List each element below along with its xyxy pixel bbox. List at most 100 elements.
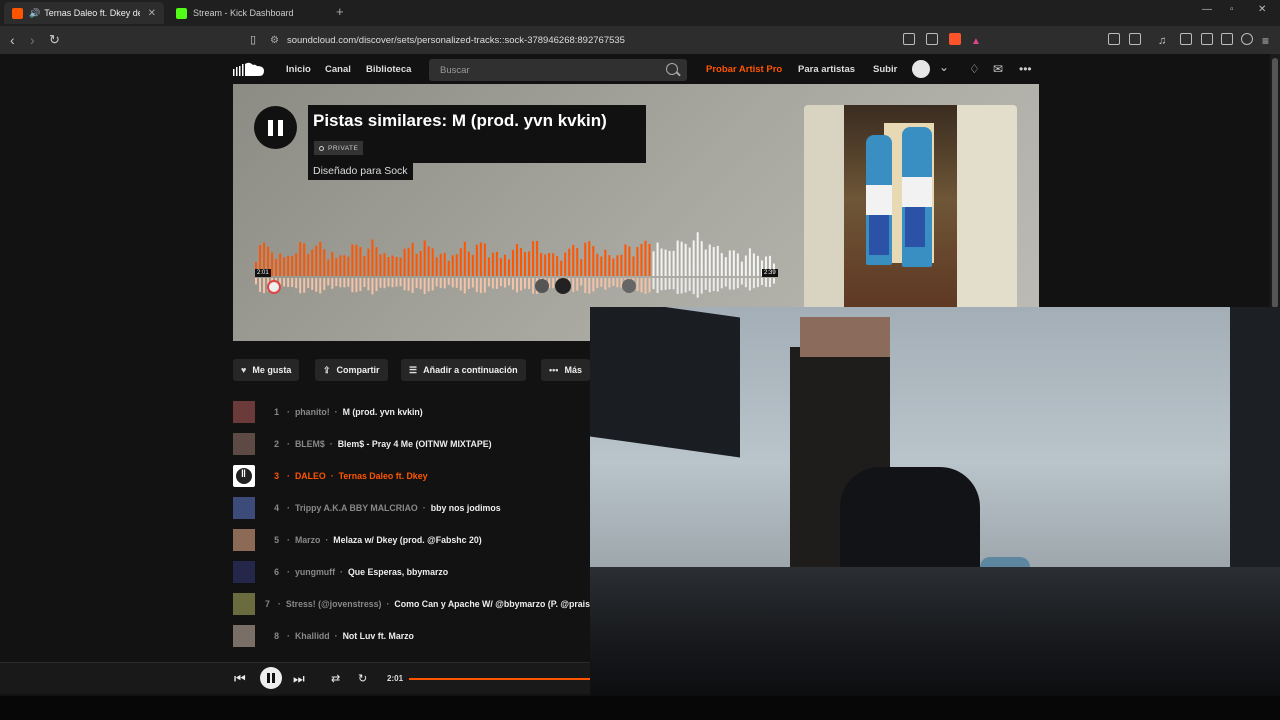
pause-button-bottom[interactable] bbox=[260, 667, 282, 689]
waveform-bar bbox=[311, 249, 314, 276]
track-title[interactable]: Not Luv ft. Marzo bbox=[343, 631, 414, 641]
for-artists-link[interactable]: Para artistas bbox=[798, 64, 855, 75]
track-artist[interactable]: Khallidd bbox=[295, 631, 330, 641]
nav-feed[interactable]: Canal bbox=[325, 64, 351, 75]
music-icon[interactable]: ♫ bbox=[1158, 32, 1166, 50]
messages-mail-icon[interactable]: ✉ bbox=[993, 62, 1003, 76]
track-artist[interactable]: yungmuff bbox=[295, 567, 335, 577]
previous-track-icon[interactable]: ⏮ bbox=[234, 671, 246, 687]
waveform-reflection-bar bbox=[303, 278, 306, 293]
track-artist[interactable]: Stress! (@jovenstress) bbox=[286, 599, 382, 609]
nav-library[interactable]: Biblioteca bbox=[366, 64, 411, 75]
cast-icon[interactable] bbox=[903, 33, 915, 45]
search-icon[interactable] bbox=[666, 63, 678, 75]
waveform-bar bbox=[552, 253, 555, 276]
waveform-reflection-bar bbox=[391, 278, 394, 288]
track-title[interactable]: bby nos jodimos bbox=[431, 503, 501, 513]
upload-link[interactable]: Subir bbox=[873, 64, 897, 75]
nav-home[interactable]: Inicio bbox=[286, 64, 311, 75]
add-to-next-up-button[interactable]: ☰ Añadir a continuación bbox=[401, 359, 526, 381]
waveform-reflection-bar bbox=[487, 278, 490, 287]
next-track-icon[interactable]: ⏭ bbox=[293, 671, 305, 687]
wallet-icon[interactable] bbox=[1201, 33, 1213, 45]
track-title[interactable]: Melaza w/ Dkey (prod. @Fabshc 20) bbox=[333, 535, 481, 545]
close-window-icon[interactable]: ✕ bbox=[1258, 4, 1266, 15]
rewards-icon[interactable]: ▲ bbox=[971, 33, 981, 51]
screenshot-icon[interactable] bbox=[1129, 33, 1141, 45]
site-settings-icon[interactable]: ⚙ bbox=[270, 35, 279, 46]
track-row[interactable]: 1 · phanito! · M (prod. yvn kvkin) bbox=[233, 401, 593, 423]
leo-icon[interactable] bbox=[1221, 33, 1233, 45]
track-artist[interactable]: phanito! bbox=[295, 407, 330, 417]
progress-bar[interactable] bbox=[409, 678, 590, 680]
track-artist[interactable]: DALEO bbox=[295, 471, 326, 481]
waveform-reflection-bar bbox=[299, 278, 302, 294]
track-row[interactable]: 6 · yungmuff · Que Esperas, bbymarzo bbox=[233, 561, 593, 583]
minimize-icon[interactable]: — bbox=[1202, 4, 1212, 15]
sidebar-icon[interactable] bbox=[1180, 33, 1192, 45]
waveform[interactable] bbox=[255, 230, 777, 302]
track-row[interactable]: 4 · Trippy A.K.A BBY MALCRIAO · bby nos jo… bbox=[233, 497, 593, 519]
keyboard-shape bbox=[590, 567, 1280, 696]
share-button[interactable]: ⇪ Compartir bbox=[315, 359, 388, 381]
shuffle-icon[interactable]: ⇄ bbox=[331, 672, 340, 685]
maximize-icon[interactable]: ▫ bbox=[1230, 4, 1234, 15]
avatar[interactable] bbox=[912, 60, 930, 78]
waveform-reflection-bar bbox=[511, 278, 514, 290]
track-title[interactable]: M (prod. yvn kvkin) bbox=[343, 407, 423, 417]
track-title[interactable]: Ternas Daleo ft. Dkey bbox=[339, 471, 428, 481]
track-artist[interactable]: Trippy A.K.A BBY MALCRIAO bbox=[295, 503, 418, 513]
track-artist[interactable]: Marzo bbox=[295, 535, 320, 545]
menu-icon[interactable]: ≡ bbox=[1262, 32, 1269, 50]
close-tab-icon[interactable]: ✕ bbox=[148, 8, 156, 19]
more-options-icon[interactable]: ••• bbox=[1019, 62, 1032, 76]
like-button[interactable]: ♥ Me gusta bbox=[233, 359, 300, 381]
brave-shield-icon[interactable] bbox=[949, 33, 961, 45]
search-input[interactable]: Buscar bbox=[429, 59, 687, 81]
track-title[interactable]: Que Esperas, bbymarzo bbox=[348, 567, 448, 577]
new-tab-button[interactable]: + bbox=[336, 4, 344, 19]
back-icon[interactable]: ‹ bbox=[10, 31, 15, 49]
pause-button[interactable] bbox=[254, 106, 297, 149]
commenter-avatar[interactable] bbox=[555, 278, 571, 294]
bookmark-icon[interactable]: ▯ bbox=[250, 31, 256, 49]
waveform-bar bbox=[319, 241, 322, 276]
waveform-reflection-bar bbox=[427, 278, 430, 292]
track-title[interactable]: Blem$ - Pray 4 Me (OITNW MIXTAPE) bbox=[338, 439, 492, 449]
track-artist[interactable]: BLEM$ bbox=[295, 439, 325, 449]
extensions-icon[interactable] bbox=[1108, 33, 1120, 45]
track-row[interactable]: 2 · BLEM$ · Blem$ - Pray 4 Me (OITNW MIXTA… bbox=[233, 433, 593, 455]
repeat-icon[interactable]: ↻ bbox=[358, 672, 367, 685]
track-row[interactable]: 5 · Marzo · Melaza w/ Dkey (prod. @Fabshc … bbox=[233, 529, 593, 551]
waveform-reflection-bar bbox=[359, 278, 362, 292]
more-button[interactable]: ••• Más bbox=[541, 359, 590, 381]
tab-label: Stream - Kick Dashboard bbox=[193, 8, 294, 18]
tab-soundcloud[interactable]: 🔊 Ternas Daleo ft. Dkey de DAL ✕ bbox=[4, 2, 164, 24]
waveform-reflection-bar bbox=[307, 278, 310, 288]
vpn-icon[interactable] bbox=[1241, 33, 1253, 45]
chevron-down-icon[interactable]: ⌄ bbox=[939, 60, 949, 74]
waveform-reflection-bar bbox=[524, 278, 527, 289]
waveform-reflection-bar bbox=[355, 278, 358, 293]
soundcloud-logo-icon[interactable] bbox=[233, 61, 265, 77]
track-row-current[interactable]: 3· DALEO· Ternas Daleo ft. Dkey bbox=[233, 465, 593, 487]
waveform-reflection-bar bbox=[499, 278, 502, 287]
waveform-bar bbox=[660, 248, 663, 276]
waveform-reflection-bar bbox=[720, 278, 723, 289]
address-bar[interactable]: ⚙ soundcloud.com/discover/sets/personali… bbox=[270, 30, 990, 50]
notifications-bell-icon[interactable]: ♢ bbox=[969, 62, 980, 76]
track-title[interactable]: Como Can y Apache W/ @bbymarzo (P. @prai… bbox=[394, 599, 593, 609]
track-row[interactable]: 7 · Stress! (@jovenstress) · Como Can y Ap… bbox=[233, 593, 593, 615]
commenter-avatar[interactable] bbox=[622, 279, 636, 293]
try-artist-pro-link[interactable]: Probar Artist Pro bbox=[706, 64, 782, 75]
commenter-avatar[interactable] bbox=[267, 280, 281, 294]
share-page-icon[interactable] bbox=[926, 33, 938, 45]
reload-icon[interactable]: ↻ bbox=[49, 31, 60, 49]
tab-kick[interactable]: Stream - Kick Dashboard bbox=[168, 2, 328, 24]
pause-track-icon[interactable] bbox=[233, 465, 255, 487]
commenter-avatar[interactable] bbox=[535, 279, 549, 293]
waveform-reflection-bar bbox=[712, 278, 715, 292]
track-row[interactable]: 8 · Khallidd · Not Luv ft. Marzo bbox=[233, 625, 593, 647]
forward-icon[interactable]: › bbox=[30, 31, 35, 49]
waveform-reflection-bar bbox=[760, 278, 763, 286]
